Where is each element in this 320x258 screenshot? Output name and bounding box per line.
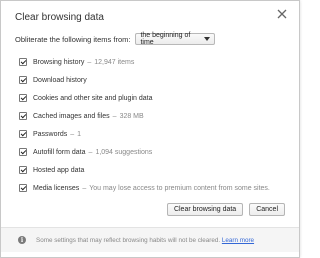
dash-separator: – [88,148,93,156]
item-label: Hosted app data [33,166,85,174]
time-range-label: Obliterate the following items from: [15,34,131,44]
checkbox[interactable] [19,166,27,174]
dash-separator: – [70,130,75,138]
item-detail: 328 MB [119,112,144,120]
item-media-licenses[interactable]: Media licenses – You may lose access to … [19,179,270,197]
dialog-actions: Clear browsing data Cancel [166,203,285,216]
item-cookies[interactable]: Cookies and other site and plugin data [19,89,270,107]
dialog-footer: i Some settings that may reflect browsin… [1,227,299,252]
clear-browsing-data-button[interactable]: Clear browsing data [166,203,244,216]
close-icon[interactable] [277,9,289,21]
footer-note: Some settings that may reflect browsing … [36,237,254,244]
item-detail: You may lose access to premium content f… [89,184,270,192]
dash-separator: – [82,184,87,192]
item-label: Autofill form data [33,148,86,156]
time-range-value: the beginning of time [140,32,191,46]
learn-more-link[interactable]: Learn more [222,237,254,244]
footer-text: Some settings that may reflect browsing … [36,236,221,244]
item-detail: 1,094 suggestions [95,148,153,156]
checkbox[interactable] [19,148,27,156]
checkbox[interactable] [19,130,27,138]
item-hosted-app-data[interactable]: Hosted app data [19,161,270,179]
item-detail: 12,947 items [94,58,135,66]
item-label: Passwords [33,130,68,138]
info-icon: i [18,236,26,244]
item-label: Cached images and files [33,112,110,120]
item-passwords[interactable]: Passwords – 1 [19,125,270,143]
item-download-history[interactable]: Download history [19,71,270,89]
dash-separator: – [112,112,117,120]
checkbox[interactable] [19,94,27,102]
item-label: Download history [33,76,87,84]
item-detail: 1 [77,130,82,138]
checkbox[interactable] [19,184,27,192]
cancel-button[interactable]: Cancel [249,203,285,216]
checkbox[interactable] [19,58,27,66]
dash-separator: – [87,58,92,66]
item-label: Browsing history [33,58,85,66]
checkbox[interactable] [19,76,27,84]
item-autofill[interactable]: Autofill form data – 1,094 suggestions [19,143,270,161]
checkbox[interactable] [19,112,27,120]
dialog-title: Clear browsing data [15,12,104,23]
item-browsing-history[interactable]: Browsing history – 12,947 items [19,53,270,71]
item-label: Media licenses [33,184,80,192]
clear-browsing-data-dialog: Clear browsing data Obliterate the follo… [0,0,300,258]
time-range-row: Obliterate the following items from: the… [15,32,216,46]
data-types-list: Browsing history – 12,947 items Download… [19,53,270,197]
time-range-select[interactable]: the beginning of time [135,32,216,46]
chevron-down-icon [204,37,211,41]
item-cached-images[interactable]: Cached images and files – 328 MB [19,107,270,125]
item-label: Cookies and other site and plugin data [33,94,153,102]
